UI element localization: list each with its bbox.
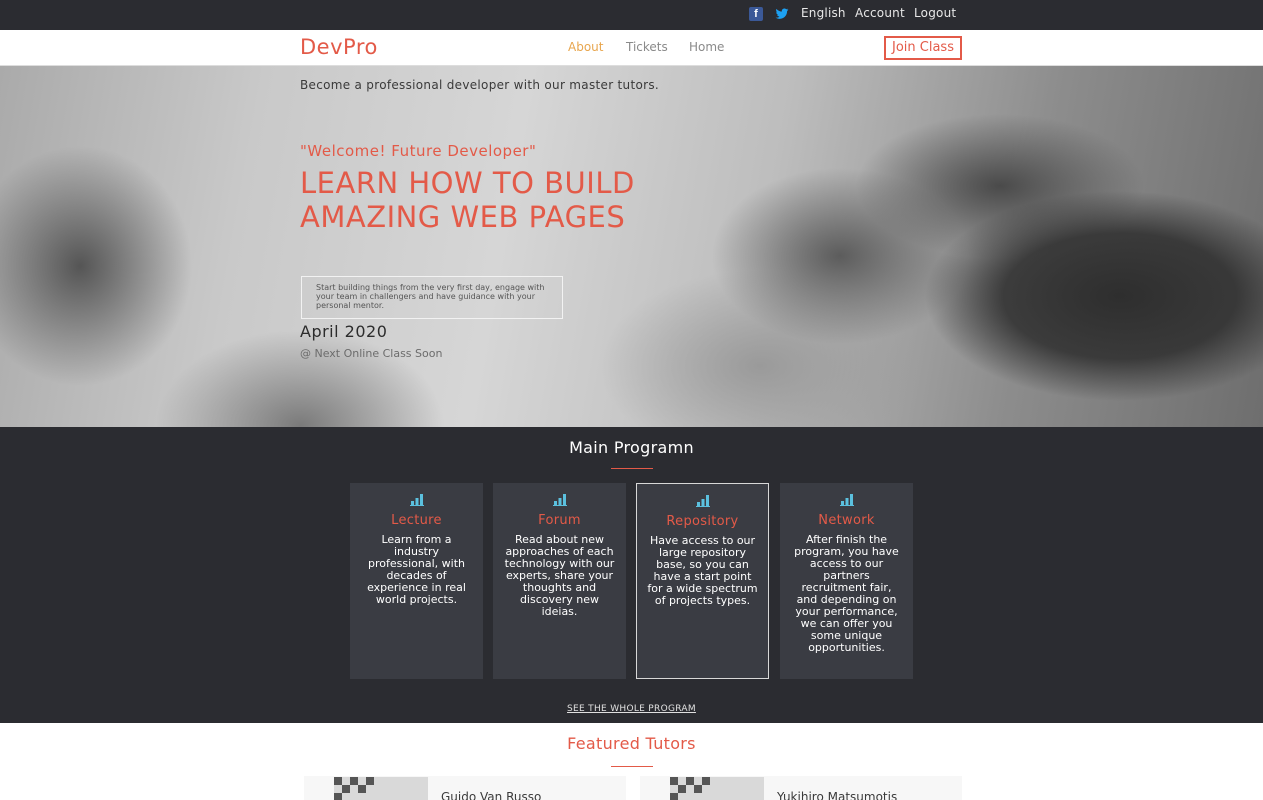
card-text: Read about new approaches of each techno…: [504, 533, 615, 618]
program-card-forum[interactable]: Forum Read about new approaches of each …: [493, 483, 626, 679]
nav-link-tickets[interactable]: Tickets: [626, 40, 668, 54]
hero-headline: LEARN HOW TO BUILD AMAZING WEB PAGES: [300, 166, 635, 234]
program-card-lecture[interactable]: Lecture Learn from a industry profession…: [350, 483, 483, 679]
twitter-icon[interactable]: [775, 7, 789, 21]
tutors-title: Featured Tutors: [567, 734, 696, 753]
card-title: Repository: [666, 514, 739, 529]
join-class-button[interactable]: Join Class: [884, 36, 962, 60]
logout-link[interactable]: Logout: [914, 6, 956, 20]
program-divider: [611, 468, 653, 469]
facebook-icon[interactable]: f: [749, 7, 763, 21]
tutor-card[interactable]: Guido Van Russo: [304, 776, 626, 800]
bar-chart-icon: [839, 494, 854, 506]
card-text: After finish the program, you have acces…: [794, 533, 899, 654]
bar-chart-icon: [695, 495, 710, 507]
tutor-photo-placeholder: [670, 777, 764, 800]
card-title: Forum: [538, 513, 581, 528]
tutor-photo-placeholder: [334, 777, 428, 800]
account-link[interactable]: Account: [855, 6, 905, 20]
tutors-divider: [611, 766, 653, 767]
card-text: Learn from a industry professional, with…: [367, 533, 466, 606]
top-bar: f English Account Logout: [0, 0, 1263, 30]
nav-link-about[interactable]: About: [568, 40, 603, 54]
language-link[interactable]: English: [801, 6, 846, 20]
card-title: Lecture: [391, 513, 442, 528]
card-title: Network: [818, 513, 875, 528]
hero-date: April 2020: [300, 322, 388, 341]
hero-banner: Become a professional developer with our…: [0, 66, 1263, 427]
featured-tutors-section: Featured Tutors Guido Van Russo Yukihiro…: [0, 723, 1263, 800]
hero-description: Start building things from the very firs…: [301, 276, 563, 319]
hero-next-class: @ Next Online Class Soon: [300, 347, 443, 360]
program-title: Main Programn: [569, 438, 694, 457]
hero-tagline: Become a professional developer with our…: [300, 78, 659, 92]
tutor-card[interactable]: Yukihiro Matsumotis: [640, 776, 962, 800]
program-card-network[interactable]: Network After finish the program, you ha…: [780, 483, 913, 679]
hero-welcome: "Welcome! Future Developer": [300, 142, 537, 160]
card-text: Have access to our large repository base…: [647, 534, 758, 607]
nav-link-home[interactable]: Home: [689, 40, 724, 54]
program-card-repository[interactable]: Repository Have access to our large repo…: [636, 483, 769, 679]
bar-chart-icon: [409, 494, 424, 506]
main-navbar: DevPro About Tickets Home Join Class: [0, 30, 1263, 66]
tutor-name: Guido Van Russo: [441, 790, 542, 800]
see-whole-program-link[interactable]: SEE THE WHOLE PROGRAM: [0, 704, 1263, 714]
site-logo[interactable]: DevPro: [300, 35, 378, 59]
tutor-name: Yukihiro Matsumotis: [777, 790, 898, 800]
bar-chart-icon: [552, 494, 567, 506]
